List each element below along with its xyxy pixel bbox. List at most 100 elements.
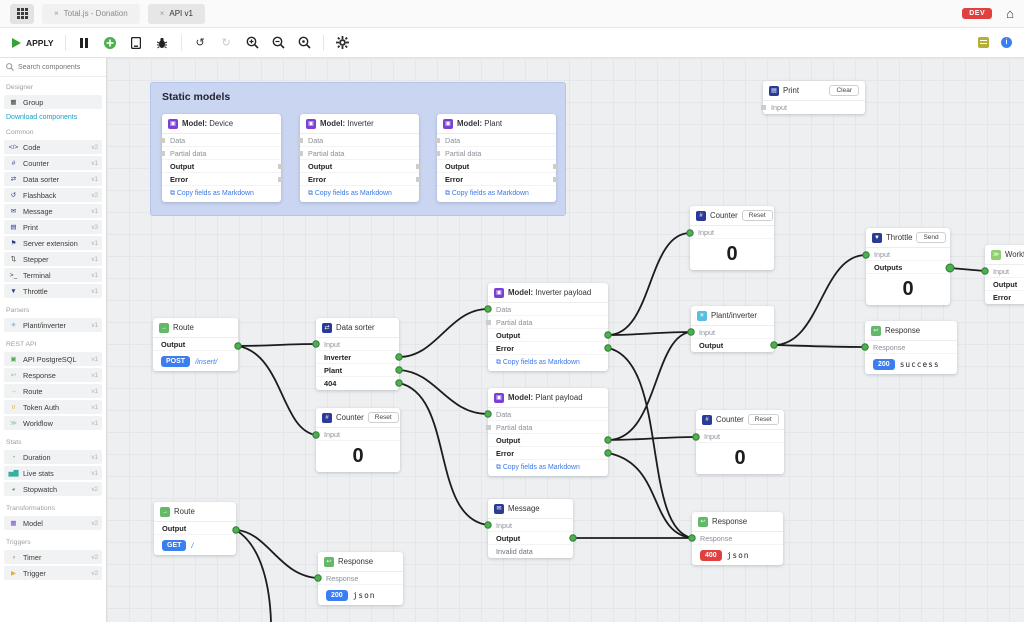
zoom-reset-button[interactable] — [297, 35, 312, 50]
response-body: success — [900, 360, 940, 369]
reset-button[interactable]: Reset — [742, 210, 773, 221]
port-in[interactable] — [486, 425, 491, 430]
port-in[interactable] — [435, 138, 440, 143]
tab-totaljs-donation[interactable]: × Total.js - Donation — [42, 4, 140, 24]
port-in[interactable] — [486, 320, 491, 325]
node-print[interactable]: ▤PrintClear Input — [763, 81, 865, 114]
component-search[interactable] — [0, 58, 106, 77]
node-counter-2[interactable]: #CounterReset Input 0 — [316, 408, 400, 472]
sidebar-item-throttle[interactable]: ▼Throttlev1 — [4, 284, 102, 298]
apply-label: APPLY — [26, 38, 54, 48]
pause-button[interactable] — [77, 35, 92, 50]
search-input[interactable] — [18, 64, 100, 71]
port-in[interactable] — [160, 138, 165, 143]
zoom-out-button[interactable] — [271, 35, 286, 50]
sidebar-item-data-sorter[interactable]: ⇄Data sorterv1 — [4, 172, 102, 186]
port-in[interactable] — [435, 151, 440, 156]
sidebar-item-stepper[interactable]: ⇅Stepperv1 — [4, 252, 102, 266]
node-counter-1[interactable]: #CounterReset Input 0 — [690, 206, 774, 270]
node-plant-inverter[interactable]: ☀Plant/inverter Input Output — [691, 306, 774, 352]
node-response-success[interactable]: ↩Response Response 200success — [865, 321, 957, 374]
port-in[interactable] — [160, 151, 165, 156]
sidebar-item-workflow[interactable]: ≫Workflowv1 — [4, 416, 102, 430]
reset-button[interactable]: Reset — [368, 412, 399, 423]
apply-button[interactable]: APPLY — [12, 38, 54, 48]
copy-fields-link[interactable]: ⧉ Copy fields as Markdown — [300, 186, 419, 202]
port-out[interactable] — [553, 177, 558, 182]
flow-canvas[interactable]: Static models ▣Model: Device Data Partia… — [107, 58, 1024, 622]
node-route-post[interactable]: →Route Output POST/insert/ — [153, 318, 238, 371]
console-icon[interactable] — [978, 37, 989, 48]
node-model-inverter[interactable]: ▣Model: Inverter Data Partial data Outpu… — [300, 114, 419, 202]
debug-button[interactable] — [155, 35, 170, 50]
port-out[interactable] — [278, 164, 283, 169]
sidebar-item-duration[interactable]: ◔Durationv1 — [4, 450, 102, 464]
send-button[interactable]: Send — [916, 232, 945, 243]
sidebar-item-timer[interactable]: ◑Timerv2 — [4, 550, 102, 564]
add-component-button[interactable] — [103, 35, 118, 50]
tab-api-v1[interactable]: × API v1 — [148, 4, 205, 24]
node-throttle[interactable]: ▼ThrottleSend Input Outputs 0 — [866, 228, 950, 305]
sidebar-item-print[interactable]: ▤Printv3 — [4, 220, 102, 234]
port-in[interactable] — [298, 138, 303, 143]
node-counter-3[interactable]: #CounterReset Input 0 — [696, 410, 784, 474]
reset-button[interactable]: Reset — [748, 414, 779, 425]
sidebar-item-message[interactable]: ✉Messagev1 — [4, 204, 102, 218]
clear-button[interactable]: Clear — [829, 85, 859, 96]
sidebar-item-server-extension[interactable]: ⚑Server extensionv1 — [4, 236, 102, 250]
home-icon[interactable]: ⌂ — [1006, 7, 1014, 20]
node-response-400[interactable]: ↩Response Response 400json — [692, 512, 783, 565]
sidebar-item-trigger[interactable]: ▶Triggerv2 — [4, 566, 102, 580]
section-transformations: Transformations — [0, 498, 106, 514]
storage-button[interactable] — [129, 35, 144, 50]
response-icon: ↩ — [8, 371, 19, 379]
gear-icon — [336, 36, 349, 49]
port-out[interactable] — [553, 164, 558, 169]
node-workflow[interactable]: ≫Workflow Input Output Error — [985, 245, 1024, 304]
sidebar-item-stopwatch[interactable]: ◕Stopwatchv2 — [4, 482, 102, 496]
info-icon[interactable]: i — [1001, 37, 1012, 48]
sidebar-item-live-stats[interactable]: ▅▇Live statsv1 — [4, 466, 102, 480]
redo-button[interactable]: ↻ — [219, 35, 234, 50]
sidebar-item-response[interactable]: ↩Responsev1 — [4, 368, 102, 382]
copy-fields-link[interactable]: ⧉ Copy fields as Markdown — [162, 186, 281, 202]
node-model-plant-payload[interactable]: ▣Model: Plant payload Data Partial data … — [488, 388, 608, 476]
node-data-sorter[interactable]: ⇄Data sorter Input Inverter Plant 404 — [316, 318, 399, 390]
plus-circle-icon — [104, 37, 116, 49]
apps-grid-button[interactable] — [10, 4, 34, 24]
funnel-icon: ▼ — [8, 288, 19, 295]
counter-value: 0 — [316, 441, 400, 472]
port-out[interactable] — [416, 177, 421, 182]
close-icon[interactable]: × — [54, 9, 59, 18]
copy-fields-link[interactable]: ⧉ Copy fields as Markdown — [437, 186, 556, 202]
timer-icon: ◑ — [8, 554, 19, 561]
terminal-icon: >_ — [8, 272, 19, 279]
zoom-in-button[interactable] — [245, 35, 260, 50]
sidebar-item-route[interactable]: →Routev1 — [4, 384, 102, 398]
sidebar-item-plant-inverter[interactable]: ☀Plant/inverterv1 — [4, 318, 102, 332]
sidebar-item-token-auth[interactable]: ¤Token Authv1 — [4, 400, 102, 414]
download-components-link[interactable]: Download components — [0, 111, 106, 122]
undo-button[interactable]: ↺ — [193, 35, 208, 50]
sidebar-item-code[interactable]: </>Codev2 — [4, 140, 102, 154]
port-out[interactable] — [278, 177, 283, 182]
sidebar-item-counter[interactable]: #Counterv1 — [4, 156, 102, 170]
sidebar-item-model[interactable]: ▦Modelv2 — [4, 516, 102, 530]
node-message[interactable]: ✉Message Input Output Invalid data — [488, 499, 573, 558]
settings-button[interactable] — [335, 35, 350, 50]
sidebar-item-terminal[interactable]: >_Terminalv1 — [4, 268, 102, 282]
close-icon[interactable]: × — [160, 9, 165, 18]
node-model-device[interactable]: ▣Model: Device Data Partial data Output … — [162, 114, 281, 202]
node-model-plant[interactable]: ▣Model: Plant Data Partial data Output E… — [437, 114, 556, 202]
port-in[interactable] — [761, 105, 766, 110]
sidebar-item-group[interactable]: ▦Group — [4, 95, 102, 109]
copy-fields-link[interactable]: ⧉ Copy fields as Markdown — [488, 460, 608, 476]
node-route-get[interactable]: →Route Output GET/ — [154, 502, 236, 555]
copy-fields-link[interactable]: ⧉ Copy fields as Markdown — [488, 355, 608, 371]
node-response-200[interactable]: ↩Response Response 200json — [318, 552, 403, 605]
sidebar-item-flashback[interactable]: ↺Flashbackv2 — [4, 188, 102, 202]
port-in[interactable] — [298, 151, 303, 156]
node-model-inverter-payload[interactable]: ▣Model: Inverter payload Data Partial da… — [488, 283, 608, 371]
port-out[interactable] — [416, 164, 421, 169]
sidebar-item-api-postgresql[interactable]: ▣API PostgreSQLv1 — [4, 352, 102, 366]
